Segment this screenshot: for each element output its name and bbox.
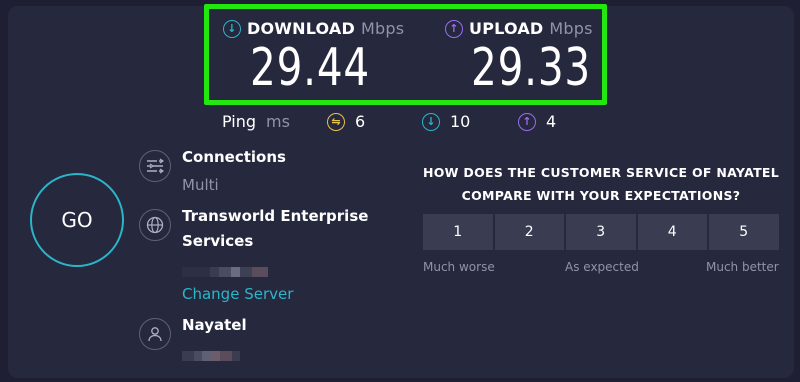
server-location-redacted (182, 267, 268, 277)
download-unit: Mbps (360, 19, 405, 38)
ping-unit: ms (266, 112, 290, 131)
rating-option-1[interactable]: 1 (423, 214, 493, 250)
ping-label-group: Ping ms (222, 112, 290, 131)
download-label: DOWNLOAD (247, 19, 355, 38)
ping-upload-value: 4 (546, 112, 557, 131)
globe-glyph (146, 216, 164, 234)
connections-icon (139, 150, 171, 182)
upload-unit: Mbps (549, 19, 593, 38)
upload-arrow-icon: ↑ (445, 19, 463, 38)
ping-label: Ping (222, 112, 257, 131)
server-name-line1: Transworld Enterprise (182, 207, 369, 225)
ping-idle-icon: ⇋ (327, 112, 345, 131)
scale-label-high: Much better (706, 260, 779, 274)
rating-option-3[interactable]: 3 (566, 214, 636, 250)
globe-icon (139, 209, 171, 241)
ping-download-value: 10 (450, 112, 471, 131)
scale-label-low: Much worse (423, 260, 495, 274)
survey-question: HOW DOES THE CUSTOMER SERVICE OF NAYATEL… (416, 161, 786, 207)
connections-value: Multi (182, 176, 219, 194)
provider-name: Nayatel (182, 316, 247, 334)
user-glyph (148, 327, 162, 342)
upload-speed-value: 29.33 (471, 38, 592, 98)
user-icon (139, 318, 171, 350)
connections-glyph (147, 158, 164, 174)
ping-download-icon: ↓ (422, 112, 440, 131)
download-speed-value: 29.44 (250, 38, 371, 98)
ping-upload: ↑ 4 (518, 112, 556, 131)
ping-idle-value: 6 (355, 112, 366, 131)
connections-title: Connections (182, 148, 286, 166)
change-server-link[interactable]: Change Server (182, 285, 293, 303)
ping-upload-icon: ↑ (518, 112, 536, 131)
upload-label: UPLOAD (469, 19, 544, 38)
ping-row: Ping ms ⇋ 6 ↓ 10 ↑ 4 (0, 112, 800, 134)
download-arrow-icon: ↓ (223, 19, 241, 38)
rating-option-2[interactable]: 2 (494, 214, 564, 250)
go-button[interactable]: GO (30, 173, 124, 267)
server-name-line2: Services (182, 232, 254, 250)
download-header: ↓ DOWNLOAD Mbps (223, 19, 404, 38)
scale-label-mid: As expected (565, 260, 639, 274)
rating-option-5[interactable]: 5 (709, 214, 779, 250)
rating-options: 1 2 3 4 5 (423, 214, 779, 250)
upload-header: ↑ UPLOAD Mbps (445, 19, 593, 38)
survey-question-line2: COMPARE WITH YOUR EXPECTATIONS? (461, 188, 741, 203)
provider-ip-redacted (182, 351, 240, 361)
ping-download: ↓ 10 (422, 112, 470, 131)
ping-idle: ⇋ 6 (327, 112, 365, 131)
rating-option-4[interactable]: 4 (637, 214, 707, 250)
survey-question-line1: HOW DOES THE CUSTOMER SERVICE OF NAYATEL (422, 165, 780, 180)
